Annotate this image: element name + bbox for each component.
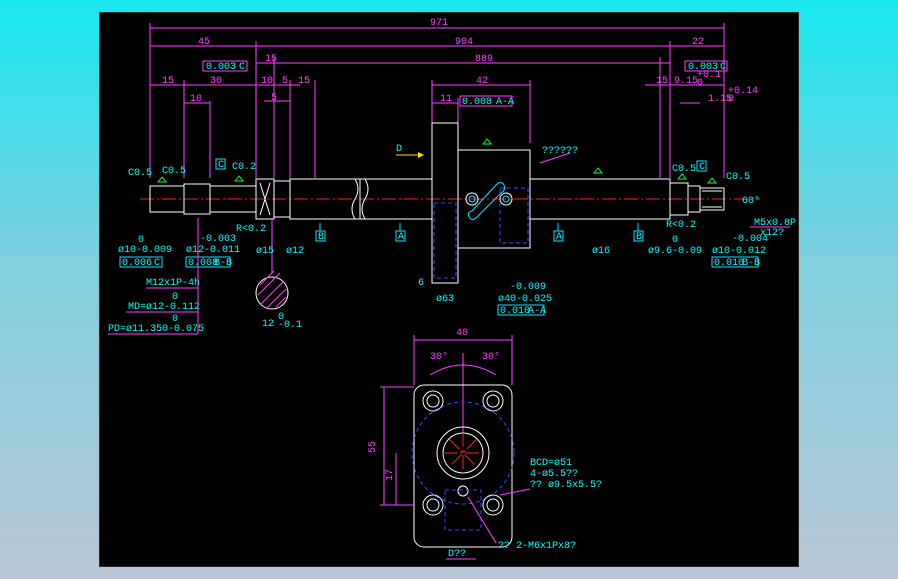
dim-overall: 971 — [430, 18, 448, 29]
tol-nut-ref: A-A — [496, 97, 514, 108]
dim-22: 22 — [692, 37, 704, 48]
radius-right: R<0.2 — [666, 220, 696, 231]
tol-phi40-ref: A-A — [528, 306, 546, 317]
phi12-left: ø12-0.011 — [186, 245, 240, 256]
flange-angle-right: 30° — [482, 351, 500, 363]
dim-11: 11 — [440, 94, 452, 105]
dim-9-15-tol2: 0 — [697, 78, 703, 89]
tol-runout-left-ref: B-B — [214, 258, 232, 269]
dim-42: 42 — [476, 76, 488, 87]
tol-shaft-left-ref: C — [154, 258, 160, 269]
shaft-side-view: B A A B C C D — [140, 122, 760, 310]
phi15: ø15 — [256, 246, 274, 257]
dim-15c: 15 — [298, 76, 310, 87]
tol-shaft-left: 0.006 — [122, 258, 152, 269]
shaft-labels: C0.5 C0.5 C0.2 C0.5 C0.5 ?????? R<0.2 R<… — [108, 146, 796, 335]
dim-12: 12 — [262, 319, 274, 330]
dim-10b: 10 — [261, 76, 273, 87]
question-marks: ?????? — [542, 146, 578, 157]
flange-dim-55: 55 — [368, 441, 379, 453]
tol-phi40: 0.010 — [500, 306, 530, 317]
phi12b: ø12 — [286, 246, 304, 257]
view-d-label: D — [396, 144, 402, 155]
flange-dim-17: 17 — [385, 469, 396, 481]
ball-screw-drawing: 971 45 904 22 0.003 C 0.003 C 15 889 15 … — [108, 18, 796, 560]
dim-45: 45 — [198, 37, 210, 48]
dim-6: 6 — [418, 278, 424, 289]
phi63: ø63 — [436, 294, 454, 305]
datum-b-left: B — [318, 232, 324, 243]
angle-60: 60° — [742, 195, 760, 207]
chamfer-b: C0.5 — [162, 166, 186, 177]
dim-1-15-tol2: 0 — [728, 94, 734, 105]
tol-runout-right: 0.010 — [714, 258, 744, 269]
thread-m12: M12x1P-4h — [146, 277, 200, 289]
flange-angle-left: 30° — [430, 351, 448, 363]
dim-15a: 15 — [265, 54, 277, 65]
phi9-6: ø9.6-0.09 — [648, 246, 702, 257]
view-d-caption: D?? — [448, 549, 466, 560]
phi16: ø16 — [592, 246, 610, 257]
flange-dim-40: 40 — [456, 328, 468, 339]
phi9-6-tol: 0 — [672, 235, 678, 246]
flange-view: 40 30° 30° 55 17 BCD=ø51 4-ø5.5?? ?? ø9.… — [368, 328, 602, 560]
dim-904: 904 — [455, 37, 473, 48]
phi12-tol: -0.003 — [200, 234, 236, 245]
phi10-right: ø10-0.012 — [712, 246, 766, 257]
flange-counterbore: ?? ø9.5x5.5? — [530, 480, 602, 491]
dim-10a: 10 — [190, 94, 202, 105]
tol-left: 0.003 — [206, 62, 236, 73]
dim-5a: 5 — [282, 76, 288, 87]
chamfer-c02: C0.2 — [232, 162, 256, 173]
dim-889: 889 — [475, 54, 493, 65]
dim-15b: 15 — [162, 76, 174, 87]
datum-a-left: A — [398, 232, 404, 243]
datum-a-right: A — [556, 232, 562, 243]
datum-b-right: B — [636, 232, 642, 243]
phi40-tol: -0.009 — [510, 282, 546, 293]
tol-left-ref: C — [239, 62, 245, 73]
dim-12-tol2: -0.1 — [278, 320, 302, 331]
drawing-canvas: 971 45 904 22 0.003 C 0.003 C 15 889 15 … — [100, 13, 798, 566]
major-diameter: MD=ø12-0.112 — [128, 302, 200, 313]
dim-5b: 5 — [271, 93, 277, 104]
chamfer-left: C0.5 — [128, 168, 152, 179]
overall-dimensions: 971 45 904 22 0.003 C 0.003 C 15 889 15 … — [149, 18, 758, 178]
flange-holes: 4-ø5.5?? — [530, 469, 578, 480]
radius-left: R<0.2 — [236, 224, 266, 235]
tol-runout-right-ref: B-B — [742, 258, 760, 269]
chamfer-r1: C0.5 — [672, 164, 696, 175]
phi10-left: ø10-0.009 — [118, 245, 172, 256]
flange-tap: ?? 2-M6x1Px8? — [498, 541, 576, 552]
pitch-diameter: PD=ø11.350-0.075 — [108, 324, 204, 335]
dim-15d: 15 — [656, 76, 668, 87]
dim-9-15: 9.15 — [674, 76, 698, 87]
datum-c-left: C — [218, 160, 224, 171]
phi40: ø40-0.025 — [498, 294, 552, 305]
tol-nut: 0.008 — [462, 97, 492, 108]
flange-bcd: BCD=ø51 — [530, 458, 572, 469]
datum-c-right: C — [699, 162, 705, 173]
phi10r-tol: -0.004 — [732, 234, 768, 245]
dim-30: 30 — [210, 76, 222, 87]
chamfer-r2: C0.5 — [726, 172, 750, 183]
